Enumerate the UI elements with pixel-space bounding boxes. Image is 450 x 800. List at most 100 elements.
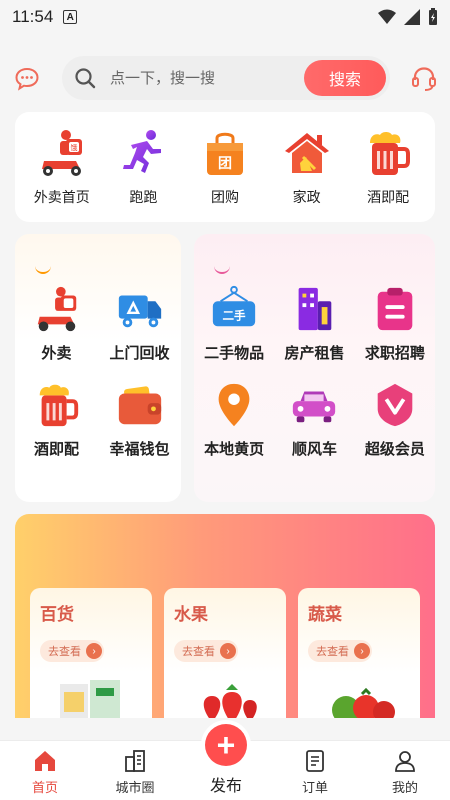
chevron-right-icon: ›	[220, 643, 236, 659]
search-icon	[75, 68, 96, 89]
smile-decoration	[214, 266, 230, 274]
promo-card-title: 水果	[174, 605, 208, 624]
service-label: 顺风车	[291, 441, 337, 458]
promo-card-vegetables[interactable]: 蔬菜 去查看 ›	[298, 588, 420, 724]
tab-label: 我的	[391, 780, 418, 795]
nav-item-group-buy[interactable]: 团 团购	[185, 127, 265, 207]
service-carpool[interactable]: 顺风车	[274, 380, 354, 476]
delivery-scooter-icon: 饿	[41, 130, 82, 176]
status-bar: 11:54 A	[0, 0, 450, 34]
service-liquor[interactable]: 酒即配	[15, 380, 98, 476]
tab-label: 城市圈	[115, 780, 155, 795]
strawberry-image	[203, 684, 257, 724]
vip-badge-icon	[377, 383, 413, 427]
delivery-scooter-icon	[37, 286, 76, 332]
house-broom-icon	[284, 133, 329, 173]
search-button[interactable]: 搜索	[304, 60, 386, 96]
promo-card-general-goods[interactable]: 百货 去查看 ›	[30, 588, 152, 724]
wallet-icon	[118, 386, 161, 425]
nav-item-label: 外卖首页	[33, 189, 90, 205]
service-yellow-pages[interactable]: 本地黄页	[194, 380, 274, 476]
view-button[interactable]: 去查看 ›	[40, 640, 104, 662]
chat-bubble-icon[interactable]	[14, 66, 40, 92]
beer-mug-icon	[370, 132, 411, 175]
promo-card-title: 蔬菜	[308, 605, 342, 624]
grocery-goods-image	[60, 680, 120, 724]
chevron-right-icon: ›	[354, 643, 370, 659]
view-button-label: 去查看	[316, 646, 349, 658]
right-service-panel: 二手 二手物品 房产租售 求职招聘 本地黄页 顺风车 超级会员	[194, 234, 435, 502]
service-recycling[interactable]: 上门回收	[98, 284, 181, 380]
chevron-right-icon: ›	[86, 643, 102, 659]
signal-icon	[404, 9, 420, 25]
secondhand-tag-icon: 二手	[213, 285, 256, 327]
plus-icon[interactable]: +	[205, 724, 247, 766]
tab-publish[interactable]: + 发布	[194, 724, 258, 800]
service-label: 超级会员	[364, 441, 425, 458]
left-service-panel: 外卖 上门回收 酒即配 幸福钱包	[15, 234, 181, 502]
service-label: 求职招聘	[364, 345, 425, 362]
view-button-label: 去查看	[182, 646, 215, 658]
service-vip[interactable]: 超级会员	[355, 380, 435, 476]
battery-icon	[429, 8, 437, 25]
service-jobs[interactable]: 求职招聘	[355, 284, 435, 380]
view-button-label: 去查看	[48, 646, 81, 658]
user-profile-icon	[395, 751, 415, 772]
nav-item-label: 酒即配	[367, 189, 410, 205]
search-input[interactable]	[110, 56, 300, 100]
nav-item-liquor-delivery[interactable]: 酒即配	[348, 127, 428, 207]
tab-label: 发布	[209, 778, 242, 795]
svg-text:团: 团	[218, 156, 232, 172]
view-button[interactable]: 去查看 ›	[174, 640, 238, 662]
wifi-icon	[378, 9, 396, 24]
promo-card-title: 百货	[40, 605, 74, 624]
nav-item-label: 团购	[210, 189, 239, 205]
vegetables-image	[332, 687, 395, 724]
view-button[interactable]: 去查看 ›	[308, 640, 372, 662]
group-buy-bag-icon: 团	[206, 132, 243, 175]
beer-mug-icon	[39, 384, 78, 427]
building-icon	[299, 287, 332, 331]
nav-item-runner[interactable]: 跑跑	[103, 127, 183, 207]
service-label: 幸福钱包	[109, 441, 170, 458]
status-time: 11:54	[12, 7, 54, 26]
tab-label: 订单	[301, 780, 328, 795]
service-takeout[interactable]: 外卖	[15, 284, 98, 380]
service-label: 二手物品	[204, 345, 265, 362]
svg-text:饿: 饿	[70, 143, 77, 152]
runner-icon	[123, 130, 162, 173]
service-label: 上门回收	[109, 345, 170, 362]
tab-orders[interactable]: 订单	[270, 741, 360, 800]
car-icon	[293, 391, 336, 423]
order-list-icon	[306, 750, 324, 772]
svg-text:二手: 二手	[223, 309, 247, 323]
promo-banner: 百货 去查看 › 水果 去查看 › 蔬菜 去查看 ›	[15, 514, 435, 724]
home-icon	[35, 751, 55, 771]
status-a-badge: A	[63, 10, 78, 24]
search-row: 搜索	[0, 56, 450, 102]
recycle-truck-icon	[118, 295, 161, 328]
clipboard-icon	[377, 287, 413, 331]
headset-icon[interactable]	[410, 65, 438, 93]
search-box[interactable]: 搜索	[62, 56, 390, 100]
tab-home[interactable]: 首页	[0, 741, 90, 800]
service-label: 外卖	[41, 345, 72, 362]
location-pin-icon	[218, 383, 250, 427]
service-label: 酒即配	[33, 441, 79, 458]
service-label: 本地黄页	[204, 441, 265, 458]
nav-item-label: 跑跑	[129, 189, 158, 205]
smile-decoration	[35, 266, 51, 274]
top-nav-card: 饿 外卖首页 跑跑 团 团购 家政 酒即配	[15, 112, 435, 222]
city-buildings-icon	[125, 750, 145, 772]
service-wallet[interactable]: 幸福钱包	[98, 380, 181, 476]
tab-label: 首页	[31, 780, 58, 795]
nav-item-label: 家政	[292, 189, 321, 205]
service-secondhand[interactable]: 二手 二手物品	[194, 284, 274, 380]
tab-city-circle[interactable]: 城市圈	[90, 741, 180, 800]
nav-item-housekeeping[interactable]: 家政	[267, 127, 347, 207]
tab-mine[interactable]: 我的	[360, 741, 450, 800]
promo-card-fruit[interactable]: 水果 去查看 ›	[164, 588, 286, 724]
service-label: 房产租售	[284, 345, 345, 362]
service-real-estate[interactable]: 房产租售	[274, 284, 354, 380]
nav-item-takeout-home[interactable]: 饿 外卖首页	[22, 127, 102, 207]
